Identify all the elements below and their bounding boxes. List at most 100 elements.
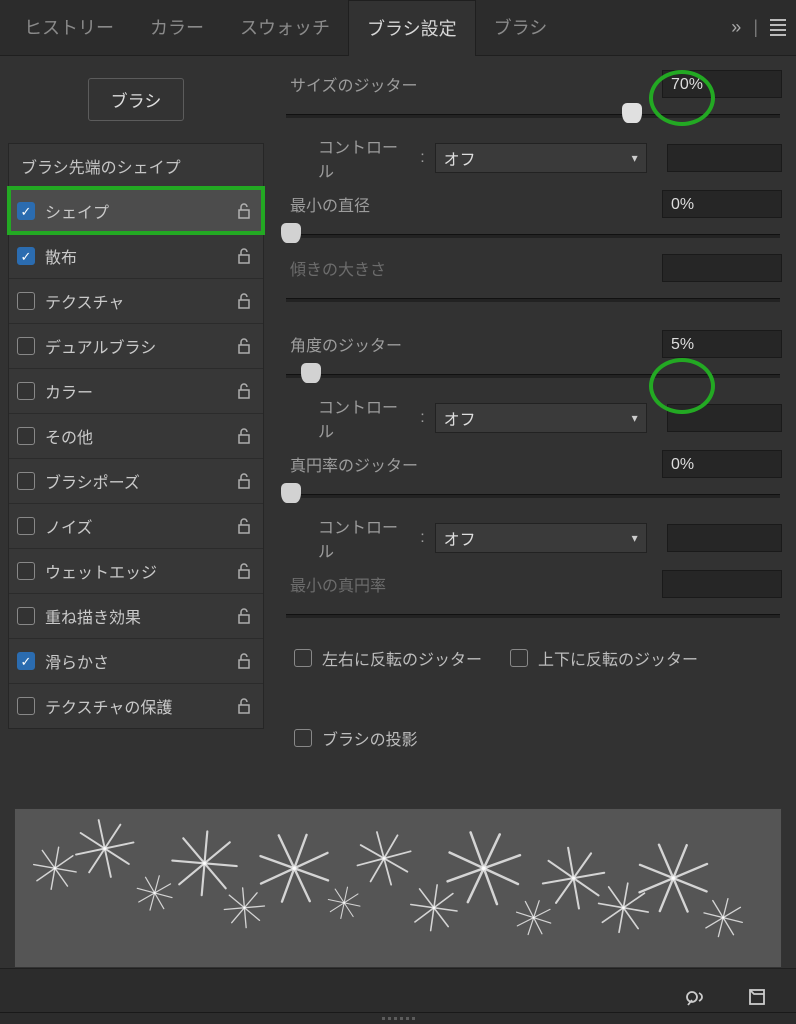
chevron-down-icon: ▾ bbox=[632, 531, 638, 545]
tab-brushes[interactable]: ブラシ bbox=[476, 0, 566, 56]
sidebar-item-build-up[interactable]: 重ね描き効果 bbox=[9, 593, 263, 638]
min-diameter-label: 最小の直径 bbox=[284, 192, 662, 216]
checkbox-texture[interactable] bbox=[17, 292, 35, 310]
tilt-scale-slider bbox=[286, 290, 780, 310]
lock-icon[interactable] bbox=[235, 516, 253, 536]
lock-icon[interactable] bbox=[235, 201, 253, 221]
lock-icon[interactable] bbox=[235, 246, 253, 266]
tilt-scale-value: . bbox=[662, 254, 782, 282]
sidebar-item-noise[interactable]: ノイズ bbox=[9, 503, 263, 548]
colon-separator: : bbox=[420, 529, 424, 547]
checkbox-flip-x[interactable] bbox=[294, 649, 312, 667]
brush-settings-sidebar: ブラシ ブラシ先端のシェイプ シェイプ 散布 テクスチャ bbox=[0, 56, 272, 804]
brush-button[interactable]: ブラシ bbox=[88, 78, 185, 121]
checkbox-flip-y[interactable] bbox=[510, 649, 528, 667]
sidebar-item-brush-pose[interactable]: ブラシポーズ bbox=[9, 458, 263, 503]
sidebar-item-dual-brush[interactable]: デュアルブラシ bbox=[9, 323, 263, 368]
sidebar-item-other[interactable]: その他 bbox=[9, 413, 263, 458]
sidebar-item-protect-texture[interactable]: テクスチャの保護 bbox=[9, 683, 263, 728]
checkbox-shape[interactable] bbox=[17, 202, 35, 220]
flip-x-jitter[interactable]: 左右に反転のジッター bbox=[294, 646, 482, 670]
sidebar-item-label: 滑らかさ bbox=[45, 649, 225, 673]
brush-projection-label: ブラシの投影 bbox=[322, 726, 418, 750]
shape-dynamics-panel: サイズのジッター 70% コントロール : オフ ▾ bbox=[272, 56, 796, 804]
checkbox-build-up[interactable] bbox=[17, 607, 35, 625]
lock-icon[interactable] bbox=[235, 561, 253, 581]
lock-icon[interactable] bbox=[235, 471, 253, 491]
flip-y-label: 上下に反転のジッター bbox=[538, 646, 698, 670]
checkbox-protect-texture[interactable] bbox=[17, 697, 35, 715]
angle-jitter-value[interactable]: 5% bbox=[662, 330, 782, 358]
lock-icon[interactable] bbox=[235, 606, 253, 626]
sidebar-item-label: 重ね描き効果 bbox=[45, 604, 225, 628]
brush-tip-shape-header[interactable]: ブラシ先端のシェイプ bbox=[9, 144, 263, 188]
tab-swatches[interactable]: スウォッチ bbox=[222, 0, 348, 56]
control-label: コントロール bbox=[318, 514, 410, 562]
colon-separator: : bbox=[420, 409, 424, 427]
sidebar-item-smoothing[interactable]: 滑らかさ bbox=[9, 638, 263, 683]
tab-color[interactable]: カラー bbox=[132, 0, 222, 56]
sidebar-item-wet-edges[interactable]: ウェットエッジ bbox=[9, 548, 263, 593]
sidebar-item-label: ブラシポーズ bbox=[45, 469, 225, 493]
checkbox-other[interactable] bbox=[17, 427, 35, 445]
checkbox-color[interactable] bbox=[17, 382, 35, 400]
checkbox-smoothing[interactable] bbox=[17, 652, 35, 670]
min-roundness-label: 最小の真円率 bbox=[284, 572, 662, 596]
sidebar-item-label: ウェットエッジ bbox=[45, 559, 225, 583]
separator: | bbox=[753, 17, 758, 38]
lock-icon[interactable] bbox=[235, 651, 253, 671]
brush-projection[interactable]: ブラシの投影 bbox=[294, 726, 418, 750]
sidebar-item-label: ノイズ bbox=[45, 514, 225, 538]
checkbox-brush-projection[interactable] bbox=[294, 729, 312, 747]
resize-grip[interactable] bbox=[0, 1012, 796, 1024]
angle-jitter-label: 角度のジッター bbox=[284, 332, 662, 356]
checkbox-dual-brush[interactable] bbox=[17, 337, 35, 355]
sidebar-item-shape[interactable]: シェイプ bbox=[9, 188, 263, 233]
checkbox-wet-edges[interactable] bbox=[17, 562, 35, 580]
lock-icon[interactable] bbox=[235, 381, 253, 401]
control-label: コントロール bbox=[318, 134, 410, 182]
size-jitter-value[interactable]: 70% bbox=[662, 70, 782, 98]
tab-brush-settings[interactable]: ブラシ設定 bbox=[348, 0, 476, 56]
lock-icon[interactable] bbox=[235, 336, 253, 356]
angle-jitter-control-select[interactable]: オフ ▾ bbox=[435, 403, 647, 433]
size-jitter-control-select[interactable]: オフ ▾ bbox=[435, 143, 647, 173]
tilt-scale-label: 傾きの大きさ bbox=[284, 256, 662, 280]
panel-menu-icon[interactable] bbox=[770, 19, 786, 36]
new-preset-icon[interactable] bbox=[744, 984, 770, 1010]
size-jitter-label: サイズのジッター bbox=[284, 72, 662, 96]
min-diameter-slider[interactable] bbox=[286, 226, 780, 246]
brush-preview bbox=[14, 808, 782, 968]
checkbox-brush-pose[interactable] bbox=[17, 472, 35, 490]
roundness-jitter-value[interactable]: 0% bbox=[662, 450, 782, 478]
tab-history[interactable]: ヒストリー bbox=[6, 0, 132, 56]
sidebar-item-texture[interactable]: テクスチャ bbox=[9, 278, 263, 323]
sidebar-item-label: 散布 bbox=[45, 244, 225, 268]
min-diameter-value[interactable]: 0% bbox=[662, 190, 782, 218]
roundness-jitter-label: 真円率のジッター bbox=[284, 452, 662, 476]
tabs-bar: ヒストリー カラー スウォッチ ブラシ設定 ブラシ » | bbox=[0, 0, 796, 56]
toggle-live-preview-icon[interactable] bbox=[684, 984, 710, 1010]
lock-icon[interactable] bbox=[235, 291, 253, 311]
min-roundness-value: . bbox=[662, 570, 782, 598]
expand-tabs-icon[interactable]: » bbox=[731, 17, 741, 38]
size-jitter-slider[interactable] bbox=[286, 106, 780, 126]
lock-icon[interactable] bbox=[235, 696, 253, 716]
control-aux-box bbox=[667, 404, 782, 432]
flip-y-jitter[interactable]: 上下に反転のジッター bbox=[510, 646, 698, 670]
lock-icon[interactable] bbox=[235, 426, 253, 446]
chevron-down-icon: ▾ bbox=[632, 151, 638, 165]
control-aux-box bbox=[667, 524, 782, 552]
sidebar-item-label: テクスチャの保護 bbox=[45, 694, 225, 718]
sidebar-item-label: カラー bbox=[45, 379, 225, 403]
angle-jitter-slider[interactable] bbox=[286, 366, 780, 386]
sidebar-item-scattering[interactable]: 散布 bbox=[9, 233, 263, 278]
checkbox-scattering[interactable] bbox=[17, 247, 35, 265]
checkbox-noise[interactable] bbox=[17, 517, 35, 535]
sidebar-item-label: シェイプ bbox=[45, 199, 225, 223]
flip-x-label: 左右に反転のジッター bbox=[322, 646, 482, 670]
roundness-jitter-control-select[interactable]: オフ ▾ bbox=[435, 523, 647, 553]
roundness-jitter-slider[interactable] bbox=[286, 486, 780, 506]
sidebar-item-label: デュアルブラシ bbox=[45, 334, 225, 358]
sidebar-item-color-dynamics[interactable]: カラー bbox=[9, 368, 263, 413]
